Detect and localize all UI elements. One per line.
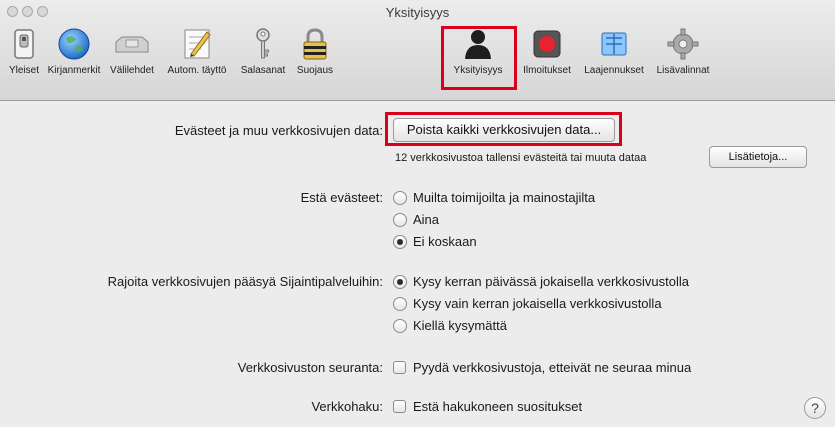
tab-label: Suojaus (296, 65, 334, 76)
tab-label: Välilehdet (110, 65, 154, 76)
padlock-icon (303, 28, 327, 60)
prevent-search-suggestions-checkbox[interactable] (393, 400, 406, 413)
tab-bookmarks[interactable]: Kirjanmerkit (44, 26, 104, 86)
location-ask-once-radio[interactable] (393, 297, 407, 311)
location-deny-radio[interactable] (393, 319, 407, 333)
help-button[interactable]: ? (804, 397, 826, 419)
tab-autofill[interactable]: Autom. täyttö (160, 26, 234, 86)
tab-advanced[interactable]: Lisävalinnat (652, 26, 714, 86)
location-ask-daily-radio[interactable] (393, 275, 407, 289)
details-button[interactable]: Lisätietoja... (709, 146, 807, 168)
toolbar: Yksityisyys Yleiset Kirjanmerkit Välileh… (0, 0, 835, 101)
tracking-label: Verkkosivuston seuranta: (237, 360, 383, 375)
tab-label: Yleiset (8, 65, 39, 76)
checkbox-label: Pyydä verkkosivustoja, etteivät ne seura… (413, 360, 692, 375)
globe-icon (58, 28, 90, 60)
gear-icon (667, 28, 699, 60)
tab-general[interactable]: Yleiset (4, 26, 44, 86)
tab-tabs[interactable]: Välilehdet (106, 26, 158, 86)
tab-label: Salasanat (240, 65, 286, 76)
cookies-label: Evästeet ja muu verkkosivujen data: (174, 123, 383, 138)
puzzle-icon (601, 32, 627, 56)
radio-label: Kysy vain kerran jokaisella verkkosivust… (413, 296, 662, 311)
privacy-tab-highlight (441, 26, 517, 90)
tab-label: Lisävalinnat (656, 65, 710, 76)
checkbox-label: Estä hakukoneen suositukset (413, 399, 583, 414)
radio-label: Aina (413, 212, 440, 227)
tab-label: Laajennukset (584, 65, 644, 76)
block-cookies-label: Estä evästeet: (300, 190, 383, 205)
key-icon (256, 28, 270, 59)
tab-extensions[interactable]: Laajennukset (579, 26, 649, 86)
window-title: Yksityisyys (385, 5, 450, 20)
block-cookies-always-radio[interactable] (393, 213, 407, 227)
preferences-window: Yksityisyys Yleiset Kirjanmerkit Välileh… (0, 0, 835, 427)
tab-label: Autom. täyttö (167, 65, 227, 76)
cookies-info-text: 12 verkkosivustoa tallensi evästeitä tai… (395, 152, 647, 164)
remove-button-highlight (385, 112, 622, 146)
radio-label: Kiellä kysymättä (413, 318, 507, 333)
switch-icon (14, 29, 34, 59)
tab-label: Ilmoitukset (523, 65, 571, 76)
tab-notifications[interactable]: Ilmoitukset (517, 26, 577, 86)
tab-label: Kirjanmerkit (47, 65, 101, 76)
radio-label: Kysy kerran päivässä jokaisella verkkosi… (413, 274, 690, 289)
block-cookies-third-party-radio[interactable] (393, 191, 407, 205)
tab-security[interactable]: Suojaus (292, 26, 338, 86)
tab-passwords[interactable]: Salasanat (236, 26, 290, 86)
do-not-track-checkbox[interactable] (393, 361, 406, 374)
block-cookies-never-radio[interactable] (393, 235, 407, 249)
pencil-form-icon (184, 29, 211, 59)
tabs-icon (115, 36, 149, 53)
radio-label: Ei koskaan (413, 234, 477, 249)
notification-icon (533, 30, 561, 58)
web-search-label: Verkkohaku: (311, 399, 383, 414)
radio-label: Muilta toimijoilta ja mainostajilta (413, 190, 596, 205)
location-label: Rajoita verkkosivujen pääsyä Sijaintipal… (107, 274, 383, 289)
